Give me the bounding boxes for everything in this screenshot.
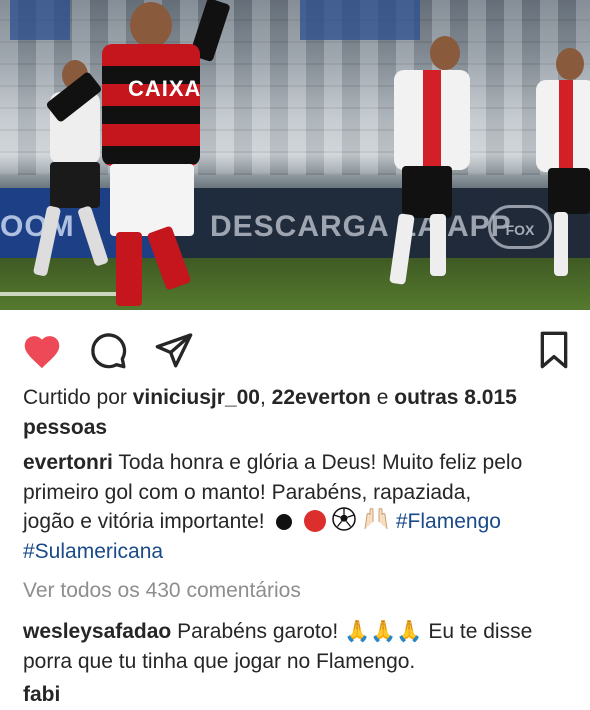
ad-text: DESCARGA LA APP: [210, 210, 512, 243]
player-head: [556, 48, 584, 80]
caption-line: jogão e vitória importante! #Flamengo: [23, 507, 501, 537]
heart-filled-icon: [24, 336, 60, 369]
player-shirt: [536, 80, 590, 172]
soccer-ball-icon: [332, 507, 356, 531]
player-head: [130, 2, 172, 48]
caption-text: jogão e vitória importante!: [23, 510, 265, 533]
caption-username[interactable]: evertonri: [23, 451, 113, 474]
comment-button[interactable]: [86, 328, 130, 372]
view-all-comments-link[interactable]: Ver todos os 430 comentários: [23, 576, 301, 606]
black-circle-icon: [276, 514, 293, 530]
player-leg: [430, 214, 446, 276]
player-shorts: [110, 164, 194, 236]
likes-others-link[interactable]: outras 8.015: [394, 386, 517, 409]
liker-username[interactable]: viniciusjr_00: [133, 386, 260, 409]
likes-prefix: Curtido por: [23, 386, 127, 409]
action-bar: [0, 322, 590, 374]
player-shirt: [102, 44, 200, 166]
player-leg: [116, 232, 142, 306]
stadium-seats: [300, 0, 420, 40]
hashtag-link[interactable]: #Flamengo: [396, 510, 501, 533]
post-photo[interactable]: OOM DESCARGA LA APP FOX CAIXA: [0, 0, 590, 310]
player-shorts: [50, 162, 100, 208]
stadium-seats: [10, 0, 70, 40]
likes-conjunction: e: [376, 386, 389, 409]
ad-text-left: OOM: [0, 210, 75, 243]
pitch-line: [0, 292, 120, 296]
player-shirt: [394, 70, 470, 170]
red-circle-icon: [304, 510, 327, 532]
comment-icon: [91, 333, 127, 369]
like-button[interactable]: [20, 328, 64, 372]
send-icon: [155, 333, 193, 368]
comment-username-partial[interactable]: fabi: [23, 680, 60, 710]
likes-others-link-continued[interactable]: pessoas: [23, 413, 107, 443]
ad-logo: FOX: [488, 205, 552, 249]
player-shorts: [548, 168, 590, 214]
raised-hands-icon: [364, 508, 388, 530]
caption-text: Toda honra e glória a Deus! Muito feliz …: [118, 451, 523, 474]
comment-text: porra que tu tinha que jogar no Flamengo…: [23, 650, 416, 673]
player-leg: [554, 212, 568, 276]
caption-line: evertonri Toda honra e glória a Deus! Mu…: [23, 448, 522, 478]
hashtag-link[interactable]: #Sulamericana: [23, 537, 163, 567]
praying-hands-icon: 🙏🙏🙏: [344, 620, 423, 643]
share-button[interactable]: [152, 328, 196, 372]
comment-text: Parabéns garoto!: [177, 620, 339, 643]
save-button[interactable]: [532, 328, 576, 372]
comment-line: wesleysafadao Parabéns garoto! 🙏🙏🙏 Eu te…: [23, 617, 532, 647]
caption-text: primeiro gol com o manto! Parabéns, rapa…: [23, 481, 472, 504]
likes-separator: ,: [259, 386, 266, 409]
liker-username[interactable]: 22everton: [272, 386, 371, 409]
shirt-sponsor-text: CAIXA: [128, 76, 202, 101]
bookmark-icon: [540, 331, 568, 369]
comment-username[interactable]: wesleysafadao: [23, 620, 171, 643]
player-head: [430, 36, 460, 70]
likes-line: Curtido por viniciusjr_00, 22everton e o…: [23, 383, 517, 413]
pitch: [0, 258, 590, 310]
player-shorts: [402, 166, 452, 218]
comment-text: Eu te disse: [428, 620, 533, 643]
